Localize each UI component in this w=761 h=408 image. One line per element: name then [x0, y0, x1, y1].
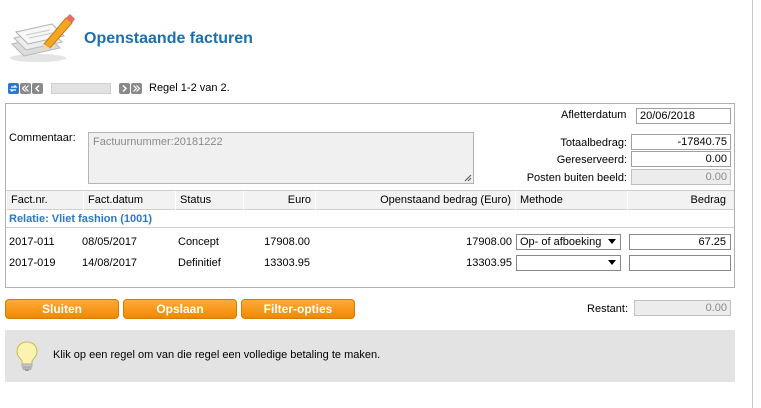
- table-header: Fact.nr. Fact.datum Status Euro Openstaa…: [6, 190, 734, 210]
- pager-status: Regel 1-2 van 2.: [149, 82, 230, 94]
- resize-grip-icon[interactable]: [464, 174, 472, 182]
- col-factdatum[interactable]: Fact.datum: [83, 191, 175, 210]
- cell-euro: 17908.00: [264, 236, 310, 248]
- tip-bar: Klik op een regel om van die regel een v…: [5, 330, 735, 382]
- commentaar-textarea[interactable]: Factuurnummer:20181222: [88, 132, 474, 184]
- tip-text: Klik op een regel om van die regel een v…: [53, 349, 381, 361]
- invoices-panel: Afletterdatum 20/06/2018 Commentaar: Fac…: [5, 103, 735, 288]
- opslaan-button[interactable]: Opslaan: [123, 299, 237, 319]
- methode-select[interactable]: Op- of afboeking: [516, 234, 621, 250]
- col-euro[interactable]: Euro: [243, 191, 315, 210]
- relation-group-row[interactable]: Relatie: Vliet fashion (1001): [6, 210, 734, 228]
- col-methode[interactable]: Methode: [515, 191, 627, 210]
- gereserveerd-label: Gereserveerd:: [556, 154, 627, 166]
- page-header: Openstaande facturen: [8, 14, 408, 64]
- restant-label: Restant:: [587, 303, 628, 315]
- cell-openstaand: 17908.00: [466, 236, 512, 248]
- afletterdatum-input[interactable]: 20/06/2018: [636, 108, 731, 124]
- cell-factnr: 2017-019: [9, 257, 56, 269]
- col-openstaand[interactable]: Openstaand bedrag (Euro): [315, 191, 515, 210]
- posten-buiten-beeld-field: 0.00: [631, 169, 731, 185]
- commentaar-text: Factuurnummer:20181222: [93, 136, 223, 148]
- bedrag-input[interactable]: [629, 255, 731, 271]
- cell-factnr: 2017-011: [9, 236, 55, 248]
- previous-page-icon[interactable]: [32, 82, 43, 94]
- cell-euro: 13303.95: [264, 257, 310, 269]
- methode-select[interactable]: [516, 255, 621, 271]
- restant-field: 0.00: [634, 300, 731, 316]
- totaalbedrag-label: Totaalbedrag:: [560, 137, 627, 149]
- pager-progress-track: [51, 82, 111, 94]
- filter-opties-button[interactable]: Filter-opties: [241, 299, 355, 319]
- cell-openstaand: 13303.95: [466, 257, 512, 269]
- cell-factdatum: 14/08/2017: [82, 257, 138, 269]
- sluiten-button[interactable]: Sluiten: [5, 299, 119, 319]
- posten-buiten-beeld-label: Posten buiten beeld:: [526, 172, 627, 184]
- last-page-icon[interactable]: [131, 82, 142, 94]
- methode-select-value: Op- of afboeking: [520, 236, 602, 248]
- lightbulb-icon: [16, 341, 38, 371]
- bedrag-input[interactable]: 67.25: [629, 234, 731, 250]
- cell-status: Definitief: [178, 257, 221, 269]
- next-page-icon[interactable]: [119, 82, 130, 94]
- afletterdatum-label: Afletterdatum: [561, 109, 627, 121]
- col-status[interactable]: Status: [175, 191, 243, 210]
- window-right-edge: [752, 0, 761, 408]
- first-page-icon[interactable]: [20, 82, 31, 94]
- chevron-down-icon: [608, 260, 616, 265]
- invoices-pencil-icon: [8, 14, 76, 64]
- gereserveerd-field: 0.00: [631, 151, 731, 167]
- cell-factdatum: 08/05/2017: [82, 236, 138, 248]
- table-row[interactable]: 2017-019 14/08/2017 Definitief 13303.95 …: [6, 253, 734, 273]
- col-bedrag[interactable]: Bedrag: [627, 191, 730, 210]
- page-title: Openstaande facturen: [84, 30, 253, 47]
- record-pager: Regel 1-2 van 2.: [8, 81, 230, 95]
- commentaar-label: Commentaar:: [9, 132, 76, 144]
- col-factnr[interactable]: Fact.nr.: [6, 191, 83, 210]
- refresh-icon[interactable]: [8, 82, 19, 94]
- table-row[interactable]: 2017-011 08/05/2017 Concept 17908.00 179…: [6, 232, 734, 252]
- totaalbedrag-field: -17840.75: [631, 134, 731, 150]
- chevron-down-icon: [608, 239, 616, 244]
- cell-status: Concept: [178, 236, 219, 248]
